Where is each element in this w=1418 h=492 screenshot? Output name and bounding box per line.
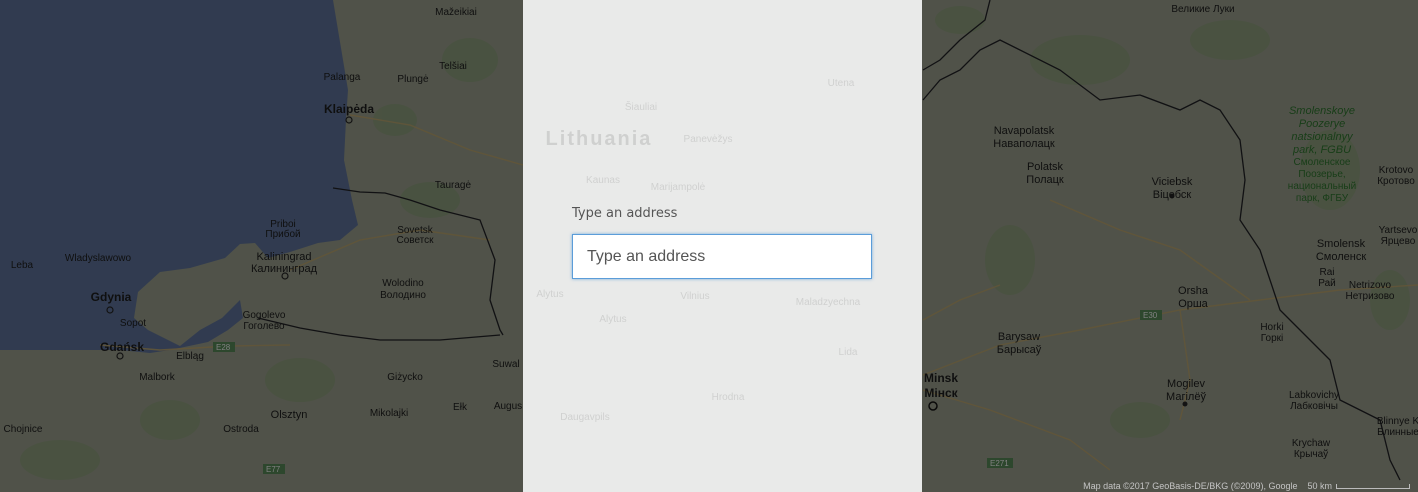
faded-place-1: Šiauliai xyxy=(625,100,657,113)
faded-place-5: Alytus xyxy=(536,289,563,300)
faded-place-11: Daugavpils xyxy=(560,412,609,423)
country-label-lithuania: Lithuania xyxy=(546,128,653,150)
faded-place-6: Vilnius xyxy=(680,291,709,302)
faded-place-4: Marijampolė xyxy=(651,182,706,193)
address-panel: Lithuania Šiauliai Panevėžys Kaunas Mari… xyxy=(523,0,922,492)
faded-place-12: Utena xyxy=(828,78,855,89)
faded-place-10: Hrodna xyxy=(712,392,745,403)
faded-place-9: Lida xyxy=(839,347,858,358)
faded-place-7: Alytus xyxy=(599,314,626,325)
attribution-text: Map data ©2017 GeoBasis-DE/BKG (©2009), … xyxy=(1083,481,1298,491)
map-attribution[interactable]: Map data ©2017 GeoBasis-DE/BKG (©2009), … xyxy=(1083,481,1410,491)
address-label: Type an address xyxy=(572,206,678,221)
faded-place-8: Maladzyechna xyxy=(796,297,861,308)
scale-bar xyxy=(1336,484,1410,490)
faded-place-3: Kaunas xyxy=(586,175,620,186)
address-input[interactable] xyxy=(572,234,872,279)
scale-label: 50 km xyxy=(1307,481,1332,491)
faded-place-2: Panevėžys xyxy=(684,134,733,145)
